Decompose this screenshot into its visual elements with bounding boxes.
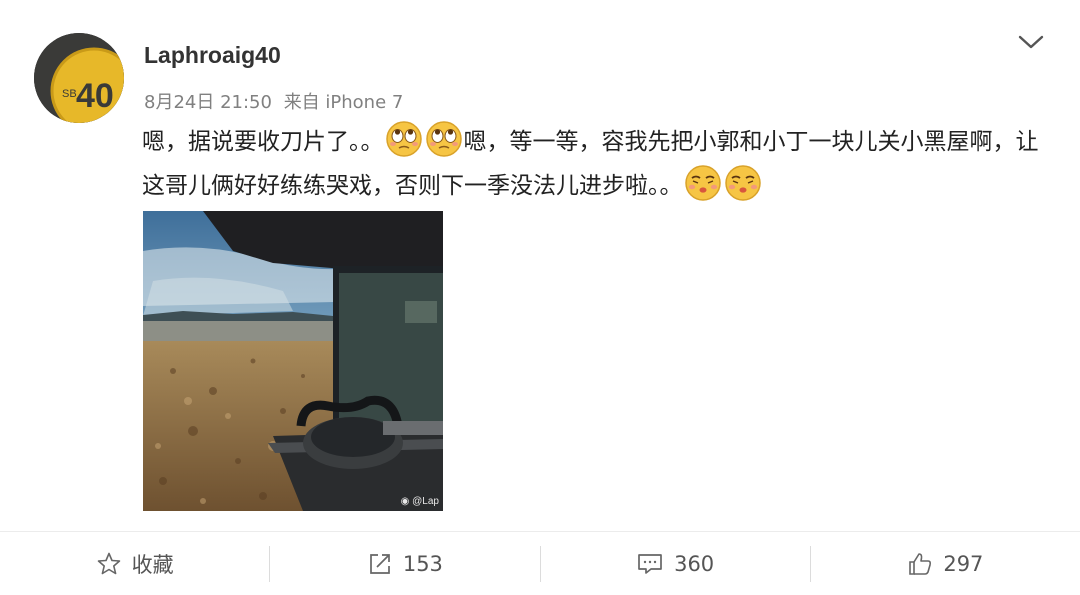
favorite-button[interactable]: 收藏 [0,532,269,595]
post-meta: 8月24日 21:50 来自 iPhone 7 [144,88,409,114]
avatar-text: 40 [76,77,114,115]
rolling-eyes-emoji [385,120,423,158]
action-bar: 收藏 153 360 297 [0,531,1080,595]
avatar[interactable]: SB 40 [34,33,124,123]
comment-count: 360 [674,551,715,576]
photo-watermark-text: @Lap [412,496,439,507]
repost-count: 153 [402,551,443,576]
post-date[interactable]: 8月24日 21:50 [144,92,272,113]
rolling-eyes-emoji [425,120,463,158]
post-photo[interactable]: ◉ @Lap [143,211,443,511]
repost-button[interactable]: 153 [270,532,539,595]
post-text: 嗯，据说要收刀片了。。 嗯，等一等，容我先把小郭和小丁一块儿关小黑屋啊，让这哥儿俩… [142,120,1042,208]
photo-watermark: ◉ @Lap [400,496,439,507]
avatar-small-text: SB [62,88,77,100]
kiss-emoji [724,164,762,202]
thumbs-up-icon [909,552,932,575]
post-text-part1: 嗯，据说要收刀片了。。 [142,129,384,155]
like-button[interactable]: 297 [811,532,1080,595]
favorite-label: 收藏 [131,552,174,577]
like-count: 297 [943,551,984,576]
repost-icon [369,553,390,574]
chevron-down-icon[interactable] [1016,30,1046,54]
comment-icon [638,553,662,574]
comment-button[interactable]: 360 [541,532,810,595]
weibo-post: SB 40 Laphroaig40 8月24日 21:50 来自 iPhone … [0,0,1080,530]
post-source: 来自 iPhone 7 [283,92,404,113]
kiss-emoji [684,164,722,202]
username[interactable]: Laphroaig40 [144,42,281,69]
star-icon [97,552,120,574]
